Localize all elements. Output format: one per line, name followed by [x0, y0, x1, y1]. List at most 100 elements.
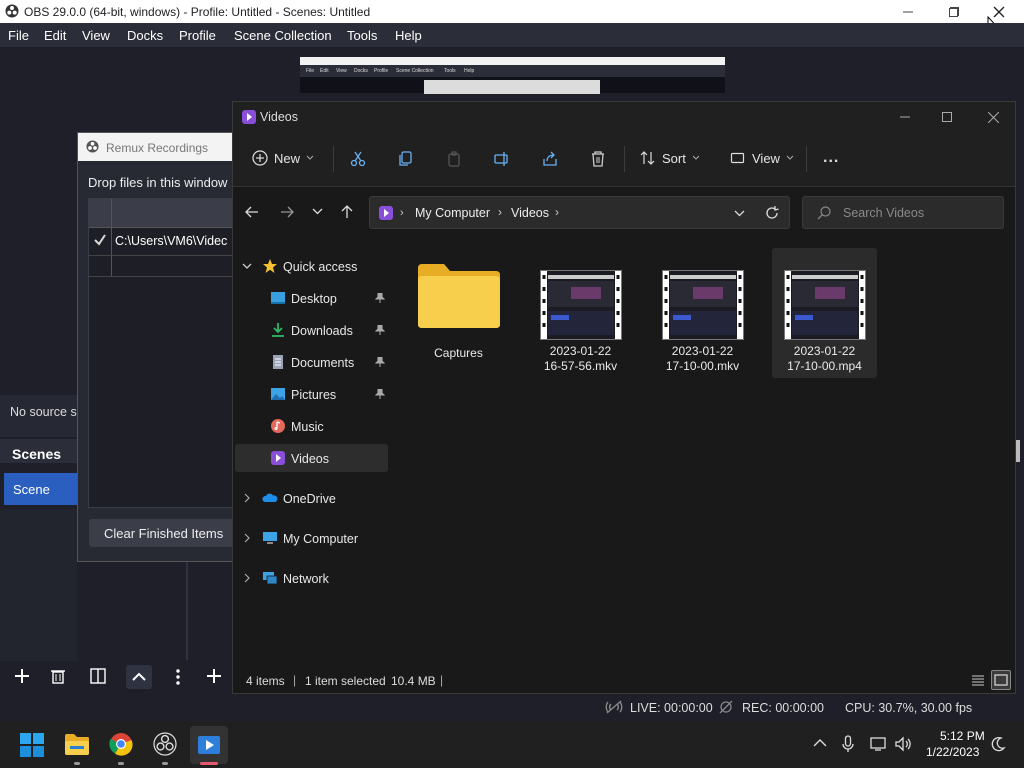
menu-edit[interactable]: Edit: [44, 28, 66, 43]
rename-icon[interactable]: [494, 151, 510, 167]
copy-icon[interactable]: [398, 151, 414, 167]
nav-item-pictures[interactable]: Pictures: [233, 380, 388, 408]
sort-button[interactable]: Sort: [640, 150, 700, 166]
chevron-right-icon: [244, 533, 250, 543]
desktop-icon: [270, 290, 286, 306]
menu-tools[interactable]: Tools: [347, 28, 377, 43]
obs-title-bar: OBS 29.0.0 (64-bit, windows) - Profile: …: [0, 0, 1024, 23]
chrome-taskbar-icon[interactable]: [109, 732, 133, 756]
video-thumbnail: [662, 270, 744, 340]
downloads-icon: [270, 322, 286, 338]
recent-locations-button[interactable]: [312, 208, 323, 215]
network-status-icon[interactable]: [870, 736, 888, 752]
paste-icon[interactable]: [446, 151, 462, 167]
breadcrumb-chevron-icon: ›: [400, 207, 404, 219]
nav-item-desktop[interactable]: Desktop: [233, 284, 388, 312]
delete-icon[interactable]: [590, 151, 606, 167]
video-app-taskbar-button[interactable]: [190, 726, 228, 765]
live-timer: LIVE: 00:00:00: [630, 701, 713, 715]
up-button[interactable]: [340, 205, 354, 219]
clear-finished-button[interactable]: Clear Finished Items: [89, 519, 237, 547]
menu-scene-collection[interactable]: Scene Collection: [234, 28, 332, 43]
remove-scene-button[interactable]: [49, 667, 67, 685]
breadcrumb-videos[interactable]: Videos: [511, 206, 549, 220]
explorer-maximize-button[interactable]: [927, 102, 967, 132]
nav-item-downloads[interactable]: Downloads: [233, 316, 388, 344]
scene-filters-button[interactable]: [89, 667, 107, 685]
pin-icon: [375, 389, 385, 399]
maximize-button[interactable]: [931, 0, 977, 23]
obs-taskbar-icon[interactable]: [153, 732, 177, 756]
address-bar[interactable]: › My Computer › Videos ›: [369, 196, 790, 229]
menu-file[interactable]: File: [8, 28, 29, 43]
preview-menu-strip: File Edit View Docks Profile Scene Colle…: [300, 65, 725, 77]
volume-icon[interactable]: [894, 735, 912, 753]
forward-button[interactable]: [280, 205, 294, 219]
nav-my-computer[interactable]: My Computer: [233, 524, 388, 552]
breadcrumb-chevron-icon: ›: [498, 205, 502, 219]
remux-title-bar: Remux Recordings: [78, 133, 236, 161]
nav-network[interactable]: Network: [233, 564, 388, 592]
file-item-folder[interactable]: Captures: [406, 248, 511, 378]
nav-onedrive[interactable]: OneDrive: [233, 484, 388, 512]
file-name: 2023-01-22 17-10-00.mp4: [787, 344, 862, 373]
view-button[interactable]: View: [730, 150, 794, 166]
remux-table[interactable]: C:\Users\VM6\Videc: [88, 198, 238, 508]
file-item-video[interactable]: 2023-01-22 17-10-00.mkv: [650, 248, 755, 378]
item-count: 4 items: [246, 674, 285, 688]
menu-view[interactable]: View: [82, 28, 110, 43]
breadcrumb-my-computer[interactable]: My Computer: [415, 206, 490, 220]
file-explorer-taskbar-icon[interactable]: [64, 732, 90, 756]
obs-logo-icon: [5, 4, 19, 18]
pictures-icon: [270, 386, 286, 402]
minimize-button[interactable]: [885, 0, 931, 23]
close-button[interactable]: [976, 0, 1022, 23]
search-input[interactable]: Search Videos: [802, 196, 1004, 229]
nav-item-documents[interactable]: Documents: [233, 348, 388, 376]
microphone-icon[interactable]: [842, 735, 854, 753]
cut-icon[interactable]: [350, 151, 366, 167]
start-button-icon[interactable]: [20, 733, 44, 757]
file-item-video-selected[interactable]: 2023-01-22 17-10-00.mp4: [772, 248, 877, 378]
documents-icon: [270, 354, 286, 370]
explorer-close-button[interactable]: [973, 102, 1013, 132]
menu-docks[interactable]: Docks: [127, 28, 163, 43]
focus-assist-moon-icon[interactable]: [990, 736, 1006, 752]
pin-icon: [375, 357, 385, 367]
chevron-down-icon: [692, 155, 700, 161]
show-hidden-icons-icon[interactable]: [813, 738, 827, 748]
taskbar-time[interactable]: 5:12 PM: [940, 729, 985, 743]
explorer-title-bar: Videos: [233, 102, 1015, 132]
obs-dock-controls: [0, 662, 232, 692]
nav-item-videos[interactable]: Videos: [235, 444, 388, 472]
menu-profile[interactable]: Profile: [179, 28, 216, 43]
new-button[interactable]: New: [252, 150, 314, 166]
sort-icon: [640, 150, 656, 166]
remux-row-path[interactable]: C:\Users\VM6\Videc: [115, 234, 227, 248]
move-scene-up-button[interactable]: [126, 665, 152, 689]
taskbar-date[interactable]: 1/22/2023: [926, 745, 979, 759]
large-icons-view-icon[interactable]: [991, 670, 1011, 690]
menu-help[interactable]: Help: [395, 28, 422, 43]
share-icon[interactable]: [542, 151, 558, 167]
no-source-label: No source s: [10, 405, 77, 419]
pin-icon: [375, 325, 385, 335]
address-dropdown-icon[interactable]: [734, 210, 745, 217]
refresh-icon[interactable]: [765, 206, 779, 220]
nav-item-music[interactable]: Music: [233, 412, 388, 440]
file-item-video[interactable]: 2023-01-22 16-57-56.mkv: [528, 248, 633, 378]
add-scene-button[interactable]: [12, 666, 32, 686]
nav-quick-access[interactable]: Quick access: [233, 252, 388, 280]
back-button[interactable]: [245, 205, 259, 219]
chevron-down-icon: [306, 155, 314, 161]
cpu-fps: CPU: 30.7%, 30.00 fps: [845, 701, 973, 715]
details-view-icon[interactable]: [970, 672, 986, 688]
explorer-address-row: › My Computer › Videos › Search Videos: [233, 188, 1015, 238]
explorer-minimize-button[interactable]: [885, 102, 925, 132]
more-dots-icon[interactable]: [175, 668, 181, 686]
scene-list-item[interactable]: Scene: [4, 473, 77, 505]
more-options-button[interactable]: ...: [823, 149, 839, 167]
add-source-button[interactable]: [204, 666, 224, 686]
network-icon: [262, 570, 278, 586]
plus-circle-icon: [252, 150, 268, 166]
